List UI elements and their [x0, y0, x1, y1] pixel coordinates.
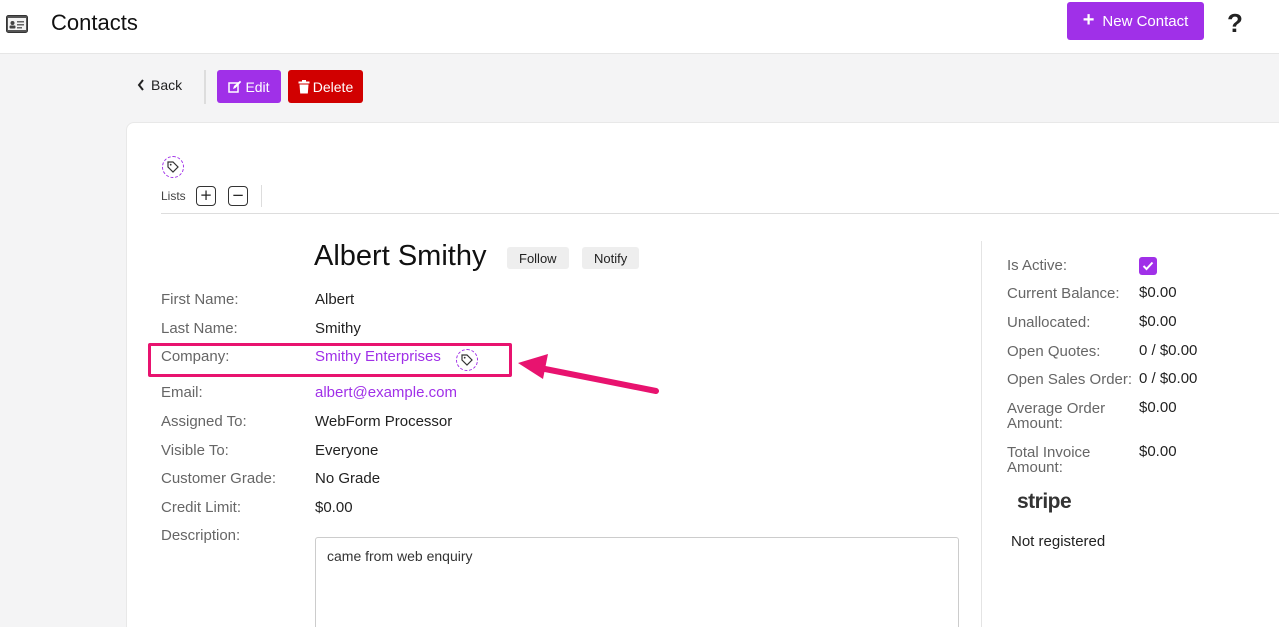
- edit-label: Edit: [245, 78, 270, 95]
- email-label: Email:: [161, 384, 203, 401]
- email-link[interactable]: albert@example.com: [315, 384, 457, 401]
- total-invoice-amount-label: Total Invoice Amount:: [1007, 445, 1090, 475]
- open-sales-order-label: Open Sales Order:: [1007, 371, 1133, 388]
- current-balance-value: $0.00: [1139, 284, 1177, 301]
- page-title: Contacts: [51, 10, 138, 35]
- average-order-amount-label: Average Order Amount:: [1007, 401, 1105, 431]
- edit-icon: [228, 80, 242, 93]
- checkmark-icon: [1142, 261, 1154, 271]
- follow-button[interactable]: Follow: [507, 247, 569, 269]
- column-divider: [981, 241, 982, 627]
- unallocated-value: $0.00: [1139, 313, 1177, 330]
- last-name-label: Last Name:: [161, 320, 238, 337]
- help-icon[interactable]: ?: [1227, 8, 1243, 39]
- is-active-checkbox[interactable]: [1139, 257, 1157, 275]
- credit-limit-value: $0.00: [315, 499, 353, 516]
- first-name-value: Albert: [315, 291, 355, 308]
- toolbar-divider: [204, 70, 206, 104]
- back-label: Back: [151, 77, 183, 93]
- arrow-icon: [518, 354, 659, 394]
- notify-button[interactable]: Notify: [582, 247, 640, 269]
- customer-grade-value: No Grade: [315, 470, 381, 487]
- average-order-amount-label-line1: Average Order: [1007, 400, 1106, 417]
- stripe-status: Not registered: [1011, 533, 1106, 550]
- open-quotes-value: 0 / $0.00: [1139, 342, 1198, 359]
- visible-to-label: Visible To:: [161, 442, 229, 459]
- visible-to-value: Everyone: [315, 442, 379, 459]
- delete-button[interactable]: Delete: [288, 70, 363, 103]
- top-bar: Contacts + New Contact ?: [0, 0, 1279, 54]
- stripe-logo: stripe: [1017, 490, 1072, 513]
- first-name-label: First Name:: [161, 291, 239, 308]
- lists-label: Lists: [161, 189, 186, 203]
- chevron-left-icon: [137, 79, 144, 91]
- open-sales-order-value: 0 / $0.00: [1139, 370, 1198, 387]
- remove-list-button[interactable]: −: [228, 186, 248, 206]
- average-order-amount-value: $0.00: [1139, 399, 1177, 416]
- delete-label: Delete: [312, 78, 354, 95]
- back-button[interactable]: Back: [137, 77, 182, 93]
- average-order-amount-label-line2: Amount:: [1007, 415, 1063, 432]
- assigned-to-value: WebForm Processor: [315, 413, 453, 430]
- contact-card-icon: [6, 15, 28, 33]
- edit-button[interactable]: Edit: [217, 70, 281, 103]
- description-field[interactable]: came from web enquiry: [315, 537, 959, 627]
- unallocated-label: Unallocated:: [1007, 314, 1091, 331]
- total-invoice-amount-label-line2: Amount:: [1007, 459, 1063, 476]
- current-balance-label: Current Balance:: [1007, 285, 1120, 302]
- new-contact-button[interactable]: + New Contact: [1067, 2, 1204, 40]
- trash-icon: [298, 79, 310, 93]
- assigned-to-label: Assigned To:: [161, 413, 247, 430]
- plus-icon: +: [1082, 8, 1095, 31]
- open-quotes-label: Open Quotes:: [1007, 343, 1101, 360]
- lists-divider: [261, 185, 262, 207]
- description-label: Description:: [161, 527, 241, 544]
- customer-grade-label: Customer Grade:: [161, 470, 277, 487]
- is-active-label: Is Active:: [1007, 257, 1068, 274]
- section-divider: [161, 213, 1279, 214]
- tag-icon[interactable]: [162, 156, 184, 178]
- new-contact-label: New Contact: [1102, 12, 1189, 30]
- contact-name: Albert Smithy: [314, 240, 487, 272]
- credit-limit-label: Credit Limit:: [161, 499, 242, 516]
- total-invoice-amount-label-line1: Total Invoice: [1007, 444, 1091, 461]
- last-name-value: Smithy: [315, 320, 361, 337]
- add-list-button[interactable]: +: [196, 186, 216, 206]
- company-highlight-box: [148, 343, 512, 377]
- total-invoice-amount-value: $0.00: [1139, 443, 1177, 460]
